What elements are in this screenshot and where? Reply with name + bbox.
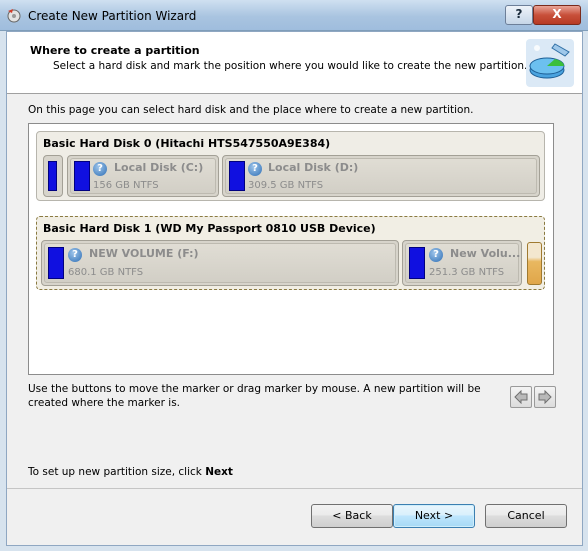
partition-size: 251.3 GB NTFS <box>429 267 505 278</box>
partition-size: 156 GB NTFS <box>93 180 159 191</box>
partition-marker[interactable] <box>527 242 542 285</box>
title-bar: Create New Partition Wizard ? X <box>0 0 588 31</box>
partition-new-volume[interactable]: ? New Volu... 251.3 GB NTFS <box>402 240 522 286</box>
partition-c[interactable]: ? Local Disk (C:) 156 GB NTFS <box>67 155 219 197</box>
move-marker-right-button[interactable] <box>534 386 556 408</box>
footer-divider <box>7 488 582 489</box>
page-title: Where to create a partition <box>30 44 200 57</box>
arrow-left-icon <box>514 390 528 404</box>
help-question-icon: ? <box>248 162 262 176</box>
partition-usage-bar <box>48 161 57 191</box>
help-question-icon: ? <box>68 248 82 262</box>
partition-size: 680.1 GB NTFS <box>68 267 144 278</box>
partition-usage-bar <box>74 161 90 191</box>
size-hint-text: To set up new partition size, click Next <box>28 466 233 478</box>
partition-name: Local Disk (C:) <box>114 161 204 174</box>
arrow-right-icon <box>538 390 552 404</box>
disk-0[interactable]: Basic Hard Disk 0 (Hitachi HTS547550A9E3… <box>36 131 545 201</box>
disk-title: Basic Hard Disk 1 (WD My Passport 0810 U… <box>43 222 376 235</box>
partition-name: NEW VOLUME (F:) <box>89 247 199 260</box>
wizard-app-icon <box>7 9 21 23</box>
help-question-icon: ? <box>429 248 443 262</box>
size-hint-action: Next <box>205 466 233 478</box>
partition-name: New Volu... <box>450 247 521 260</box>
help-question-icon: ? <box>93 162 107 176</box>
partition-usage-bar <box>229 161 245 191</box>
window-title: Create New Partition Wizard <box>28 9 197 23</box>
cancel-button[interactable]: Cancel <box>485 504 567 528</box>
disk-panel: Basic Hard Disk 0 (Hitachi HTS547550A9E3… <box>28 123 554 375</box>
unallocated-space[interactable] <box>43 155 63 197</box>
wizard-header: Where to create a partition Select a har… <box>7 32 582 94</box>
partition-d[interactable]: ? Local Disk (D:) 309.5 GB NTFS <box>222 155 540 197</box>
marker-hint-text: Use the buttons to move the marker or dr… <box>28 383 481 409</box>
intro-text: On this page you can select hard disk an… <box>28 104 474 116</box>
partition-wizard-icon <box>526 39 574 87</box>
partition-usage-bar <box>48 247 64 279</box>
help-button[interactable]: ? <box>505 5 533 25</box>
next-button[interactable]: Next > <box>393 504 475 528</box>
back-button[interactable]: < Back <box>311 504 393 528</box>
partition-f[interactable]: ? NEW VOLUME (F:) 680.1 GB NTFS <box>41 240 399 286</box>
move-marker-left-button[interactable] <box>510 386 532 408</box>
partition-usage-bar <box>409 247 425 279</box>
partition-size: 309.5 GB NTFS <box>248 180 324 191</box>
close-button[interactable]: X <box>533 5 581 25</box>
wizard-client-area: Where to create a partition Select a har… <box>6 31 583 546</box>
disk-title: Basic Hard Disk 0 (Hitachi HTS547550A9E3… <box>43 137 331 150</box>
size-hint-prefix: To set up new partition size, click <box>28 466 206 478</box>
partition-name: Local Disk (D:) <box>268 161 359 174</box>
disk-1[interactable]: Basic Hard Disk 1 (WD My Passport 0810 U… <box>36 216 545 290</box>
page-subtitle: Select a hard disk and mark the position… <box>53 60 528 72</box>
